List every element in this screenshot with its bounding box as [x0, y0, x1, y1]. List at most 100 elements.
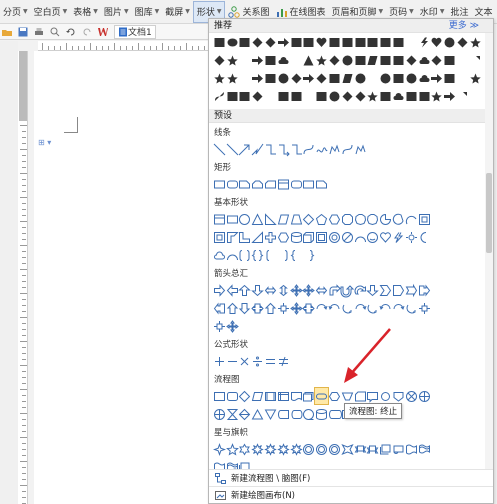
stars-shape-sc2-icon[interactable]	[392, 441, 405, 457]
lines-shape-fr-icon[interactable]	[328, 141, 341, 157]
recommended-shape-fx-icon[interactable]	[239, 52, 252, 68]
recommended-shape-fr-icon[interactable]	[277, 88, 290, 104]
rect-shape-rs-icon[interactable]	[315, 176, 328, 192]
ribbon-item-1[interactable]: 空白页 ▼	[31, 0, 71, 23]
flow-shape-fmi-icon[interactable]	[341, 388, 354, 404]
lines-shape-fr-icon[interactable]	[354, 141, 367, 157]
stars-shape-s4-icon[interactable]	[212, 441, 226, 457]
stars-shape-sb-icon[interactable]	[303, 441, 316, 457]
arrows-shape-ba-icon[interactable]	[328, 282, 341, 298]
arrows-shape-cla-icon[interactable]	[213, 300, 226, 316]
basic-shape-lb-icon[interactable]	[264, 247, 277, 263]
recommended-shape-fr-icon[interactable]	[239, 88, 252, 104]
basic-shape-sm-icon[interactable]	[367, 229, 380, 245]
flow-shape-fcd-icon[interactable]	[354, 388, 367, 404]
stars-shape-s8-icon[interactable]	[251, 441, 265, 457]
new-flowchart-item[interactable]: 新建流程图 \ 脑图(F)	[209, 469, 493, 486]
recommended-shape-fr-icon[interactable]	[379, 88, 392, 104]
basic-shape-tb-icon[interactable]	[213, 211, 226, 227]
undo-icon[interactable]	[66, 27, 76, 37]
basic-shape-pi-icon[interactable]	[379, 211, 392, 227]
recommended-shape-fc-icon[interactable]	[277, 52, 290, 68]
arrows-shape-ua2-icon[interactable]	[340, 282, 355, 298]
recommended-shape-fx-icon[interactable]	[456, 70, 469, 86]
flow-shape-for-icon[interactable]	[213, 406, 226, 422]
arrows-shape-qa-icon[interactable]	[289, 282, 303, 298]
arrows-shape-ca-icon[interactable]	[354, 282, 367, 298]
recommended-shape-fr-icon[interactable]	[328, 34, 341, 50]
recommended-shape-fd-icon[interactable]	[213, 52, 226, 68]
lines-shape-z1-icon[interactable]	[264, 141, 277, 157]
recommended-shape-fm-icon[interactable]	[303, 88, 316, 104]
flow-shape-fsa-icon[interactable]	[290, 406, 303, 422]
more-link[interactable]: 更多 ≫	[449, 19, 479, 33]
stars-shape-s8-icon[interactable]	[289, 441, 303, 457]
basic-shape-ac-icon[interactable]	[354, 229, 367, 245]
rect-shape-rc-icon[interactable]	[303, 176, 316, 192]
flow-shape-fpp-icon[interactable]	[328, 388, 341, 404]
recommended-shape-fr-icon[interactable]	[443, 52, 456, 68]
formula-shape-mu-icon[interactable]	[239, 353, 252, 369]
basic-shape-bo-icon[interactable]	[392, 229, 405, 245]
lines-shape-ar-icon[interactable]	[239, 141, 252, 157]
stars-shape-wv-icon[interactable]	[405, 441, 418, 457]
stars-shape-rbu-icon[interactable]	[354, 441, 367, 457]
arrows-shape-cua-icon[interactable]	[226, 300, 239, 316]
formula-shape-ne-icon[interactable]	[277, 353, 290, 369]
basic-shape-cb-icon[interactable]	[303, 229, 316, 245]
recommended-shape-fa-icon[interactable]	[443, 88, 456, 104]
flow-shape-fmg-icon[interactable]	[303, 406, 316, 422]
recommended-shape-fr-icon[interactable]	[290, 34, 303, 50]
stars-shape-dw-icon[interactable]	[418, 441, 431, 457]
arrows-shape-cil-icon[interactable]	[379, 300, 392, 316]
lines-shape-el-icon[interactable]	[251, 141, 264, 157]
rect-shape-r3-icon[interactable]	[264, 176, 277, 192]
basic-shape-ci-icon[interactable]	[239, 211, 252, 227]
basic-shape-pg-icon[interactable]	[277, 211, 290, 227]
recommended-shape-fc-icon[interactable]	[418, 70, 431, 86]
basic-shape-hr-icon[interactable]	[379, 229, 392, 245]
recommended-shape-fr-icon[interactable]	[392, 70, 405, 86]
recommended-shape-fd-icon[interactable]	[251, 34, 264, 50]
recommended-shape-fp-icon[interactable]	[341, 70, 354, 86]
basic-shape-hx-icon[interactable]	[328, 211, 341, 227]
document-tab[interactable]: 文档1	[114, 24, 156, 39]
recommended-shape-fx-icon[interactable]	[239, 70, 252, 86]
basic-shape-dc-icon[interactable]	[367, 211, 380, 227]
basic-shape-dc-icon[interactable]	[354, 211, 367, 227]
recommended-shape-fs-icon[interactable]	[226, 70, 239, 86]
recommended-shape-fs-icon[interactable]	[226, 52, 239, 68]
print-icon[interactable]	[34, 27, 44, 37]
arrows-shape-cq-icon[interactable]	[213, 318, 226, 334]
recommended-shape-fm-icon[interactable]	[367, 70, 380, 86]
recommended-shape-fo-icon[interactable]	[354, 70, 367, 86]
recommended-shape-fc-icon[interactable]	[392, 88, 405, 104]
rect-shape-r2-icon[interactable]	[251, 176, 264, 192]
recommended-shape-fr-icon[interactable]	[379, 34, 392, 50]
flow-shape-fpr-icon[interactable]	[264, 388, 277, 404]
basic-shape-mo-icon[interactable]	[418, 229, 431, 245]
preview-icon[interactable]	[50, 27, 60, 37]
basic-shape-rb-icon[interactable]	[277, 247, 290, 263]
recommended-shape-fd-icon[interactable]	[431, 52, 444, 68]
stars-shape-s8-icon[interactable]	[277, 441, 290, 457]
recommended-shape-fc-icon[interactable]	[418, 52, 431, 68]
flow-shape-fdi-icon[interactable]	[315, 406, 328, 422]
recommended-shape-fh-icon[interactable]	[431, 34, 444, 50]
recommended-shape-fd-icon[interactable]	[328, 52, 341, 68]
flow-shape-fdt-icon[interactable]	[251, 388, 264, 404]
recommended-shape-fa-icon[interactable]	[251, 70, 264, 86]
flow-shape-fpt-icon[interactable]	[367, 388, 380, 404]
lines-shape-z1-icon[interactable]	[290, 141, 303, 157]
lines-shape-ln-icon[interactable]	[213, 141, 226, 157]
arrows-shape-cir-icon[interactable]	[354, 300, 367, 316]
arrows-shape-da-icon[interactable]	[366, 282, 380, 298]
recommended-shape-fa-icon[interactable]	[277, 34, 290, 50]
wps-logo-icon[interactable]	[98, 27, 108, 37]
flowchart-terminator-icon[interactable]	[314, 387, 330, 405]
recommended-shape-fx-icon[interactable]	[456, 52, 469, 68]
formula-shape-pls-icon[interactable]	[213, 353, 226, 369]
basic-shape-rcb-icon[interactable]	[303, 247, 316, 263]
basic-shape-st-icon[interactable]	[251, 229, 264, 245]
flow-shape-fme-icon[interactable]	[264, 406, 277, 422]
